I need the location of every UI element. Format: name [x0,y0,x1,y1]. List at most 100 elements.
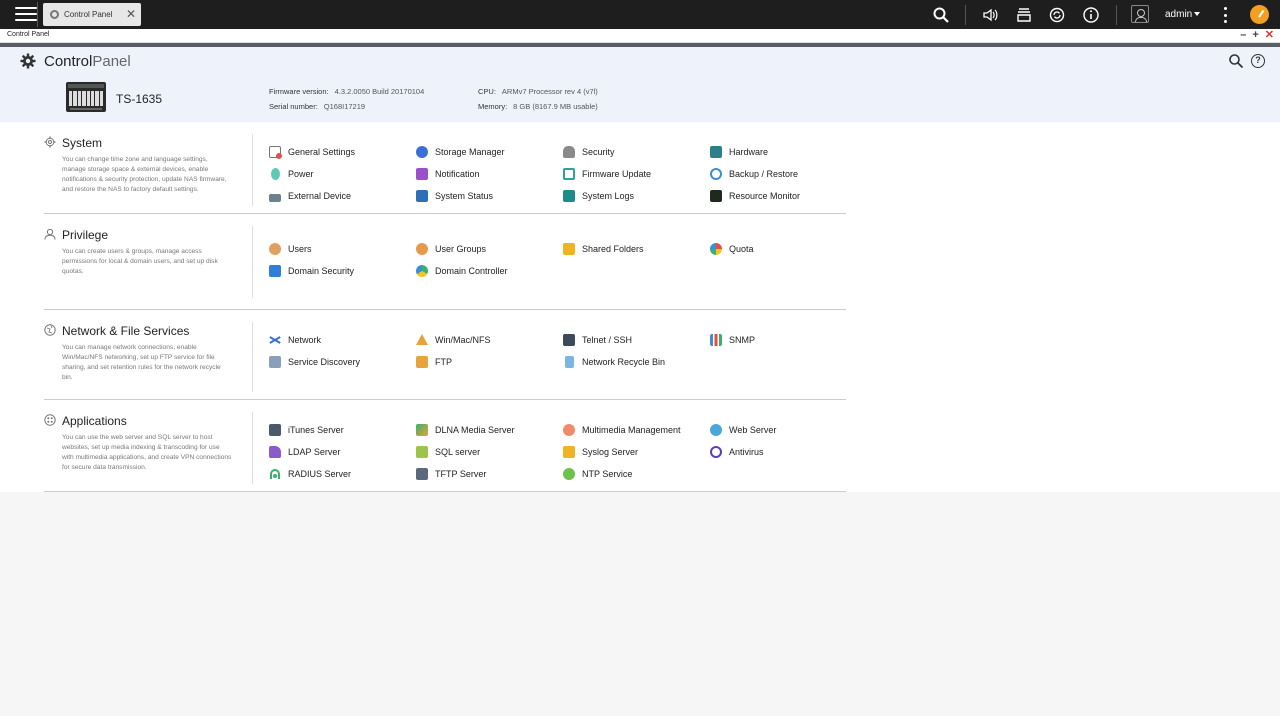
dlna-media-server-item[interactable]: DLNA Media Server [416,424,515,436]
section-title: Applications [62,414,127,428]
service-discovery-item[interactable]: Service Discovery [269,356,360,368]
divider [37,2,38,27]
ntp-service-item[interactable]: NTP Service [563,468,632,480]
hardware-item[interactable]: Hardware [710,146,768,158]
ldap-server-item[interactable]: LDAP Server [269,446,340,458]
dashboard-gauge-icon[interactable] [1250,5,1269,24]
section-title: Privilege [62,228,109,242]
quota-icon [710,243,722,255]
nas-device-icon [66,82,106,112]
snmp-chart-icon [710,334,722,346]
user-menu[interactable]: admin [1165,9,1192,20]
domain-security-item[interactable]: Domain Security [269,265,354,277]
web-server-icon [710,424,722,436]
user-groups-item[interactable]: User Groups [416,243,486,255]
system-status-item[interactable]: System Status [416,190,493,202]
user-avatar-icon[interactable] [1131,5,1149,23]
radius-server-icon [269,468,281,480]
web-server-item[interactable]: Web Server [710,424,776,436]
taskbar-tab-control-panel[interactable]: Control Panel ✕ [43,3,141,26]
network-item[interactable]: Network [269,334,321,346]
win-mac-nfs-item[interactable]: Win/Mac/NFS [416,334,491,345]
system-logs-item[interactable]: System Logs [563,190,634,202]
section-title: System [62,136,103,150]
window-controls: – + ✕ [1240,29,1274,42]
syslog-server-item[interactable]: Syslog Server [563,446,638,458]
maximize-button[interactable]: + [1252,29,1258,42]
system-status-icon [416,190,428,202]
ftp-icon [416,356,428,368]
terminal-icon [563,334,575,346]
storage-manager-icon [416,146,428,158]
background-tasks-icon[interactable] [1014,5,1034,25]
storage-manager-item[interactable]: Storage Manager [416,146,505,158]
ftp-item[interactable]: FTP [416,356,452,368]
itunes-server-icon [269,424,281,436]
radius-server-item[interactable]: RADIUS Server [269,468,351,480]
firmware-update-item[interactable]: Firmware Update [563,168,651,180]
itunes-server-item[interactable]: iTunes Server [269,424,344,436]
gear-icon [44,136,56,148]
search-icon[interactable] [931,5,951,25]
snmp-item[interactable]: SNMP [710,334,755,346]
lock-icon [563,146,575,158]
notification-icon [416,168,428,180]
globe-icon [44,324,56,336]
tftp-server-item[interactable]: TFTP Server [416,468,486,480]
minimize-button[interactable]: – [1240,29,1246,42]
power-item[interactable]: Power [269,168,314,180]
network-icon [269,334,281,346]
info-icon[interactable] [1081,5,1101,25]
section-privilege: Privilege You can create users & groups,… [44,214,846,310]
divider [252,322,253,392]
search-icon[interactable] [1228,53,1244,69]
shared-folders-item[interactable]: Shared Folders [563,243,644,255]
gear-icon [50,10,59,19]
section-description: You can change time zone and language se… [62,156,227,193]
empty-area [0,492,1280,716]
dlna-media-server-icon [416,424,428,436]
user-groups-icon [416,243,428,255]
sql-server-item[interactable]: SQL server [416,446,480,458]
section-description: You can manage network connections, enab… [62,344,221,381]
resource-monitor-item[interactable]: Resource Monitor [710,190,800,202]
backup-restore-icon [710,168,722,180]
domain-controller-item[interactable]: Domain Controller [416,265,508,277]
volume-icon[interactable] [981,5,1001,25]
win-mac-nfs-icon [416,334,428,345]
network-recycle-bin-item[interactable]: Network Recycle Bin [563,356,665,368]
notification-item[interactable]: Notification [416,168,480,180]
section-system: System You can change time zone and lang… [44,122,846,214]
sync-icon[interactable] [1047,5,1067,25]
quota-item[interactable]: Quota [710,243,754,255]
external-device-icon [269,194,281,202]
page-title: ControlPanel [44,53,131,70]
memory-info: Memory: 8 GB (8167.9 MB usable) [478,102,598,111]
lightbulb-icon [271,168,280,180]
taskbar: Control Panel ✕ admin [0,0,1280,29]
users-item[interactable]: Users [269,243,312,255]
general-settings-icon [269,146,282,159]
syslog-server-icon [563,446,575,458]
recycle-bin-icon [565,356,574,368]
section-title: Network & File Services [62,324,190,338]
control-panel-header: ControlPanel ? TS-1635 Firmware version:… [0,47,1280,122]
gear-icon [20,53,36,69]
chevron-down-icon[interactable] [1194,12,1200,16]
main-menu-icon[interactable] [15,4,37,24]
multimedia-management-item[interactable]: Multimedia Management [563,424,681,436]
help-icon[interactable]: ? [1251,54,1265,68]
section-description: You can use the web server and SQL serve… [62,434,232,471]
hardware-icon [710,146,722,158]
more-options-icon[interactable] [1222,7,1228,23]
tab-label: Control Panel [64,10,113,19]
telnet-ssh-item[interactable]: Telnet / SSH [563,334,632,346]
tab-close-icon[interactable]: ✕ [126,7,136,21]
external-device-item[interactable]: External Device [269,190,351,202]
security-item[interactable]: Security [563,146,615,158]
backup-restore-item[interactable]: Backup / Restore [710,168,798,180]
antivirus-item[interactable]: Antivirus [710,446,764,458]
general-settings-item[interactable]: General Settings [269,146,355,159]
antivirus-icon [710,446,722,458]
close-button[interactable]: ✕ [1265,29,1274,42]
